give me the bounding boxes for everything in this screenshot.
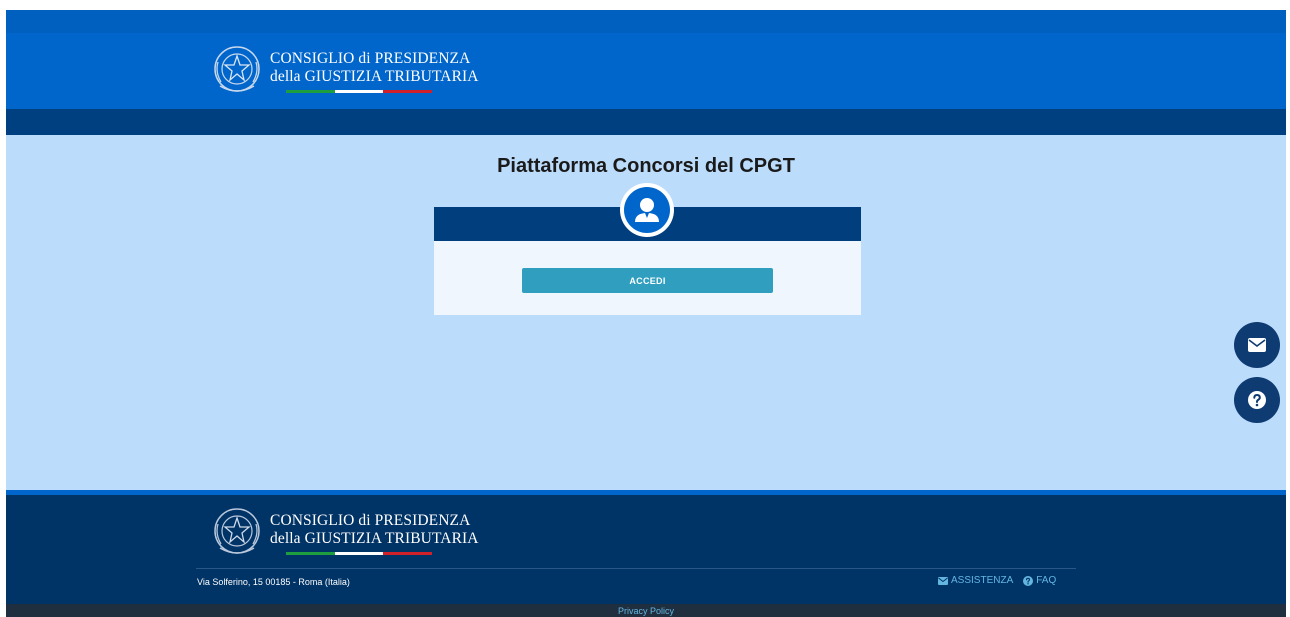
user-avatar: [620, 183, 674, 237]
header-nav-bar: [6, 109, 1286, 135]
question-icon: [1023, 575, 1034, 586]
header-brand[interactable]: CONSIGLIO di PRESIDENZA della GIUSTIZIA …: [212, 42, 479, 100]
header-brand-line2: della GIUSTIZIA TRIBUTARIA: [270, 68, 479, 85]
republic-emblem-icon: [214, 46, 260, 92]
faq-link-label: FAQ: [1036, 575, 1057, 586]
assistenza-link-label: ASSISTENZA: [951, 575, 1014, 586]
user-icon: [635, 198, 659, 222]
assistance-mail-button[interactable]: [1234, 322, 1280, 368]
republic-emblem-icon: [214, 508, 260, 554]
footer-links: ASSISTENZA FAQ: [938, 575, 1056, 586]
bottom-bar: Privacy Policy: [6, 604, 1286, 617]
footer-brand-line2: della GIUSTIZIA TRIBUTARIA: [270, 530, 479, 547]
page-title: Piattaforma Concorsi del CPGT: [497, 155, 795, 177]
tricolor-stripe: [286, 552, 433, 555]
footer-brand-line1: CONSIGLIO di PRESIDENZA: [270, 512, 471, 529]
top-strip: [6, 10, 1286, 33]
footer-brand: CONSIGLIO di PRESIDENZA della GIUSTIZIA …: [212, 504, 479, 562]
page: CONSIGLIO di PRESIDENZA della GIUSTIZIA …: [6, 10, 1286, 617]
header: CONSIGLIO di PRESIDENZA della GIUSTIZIA …: [6, 33, 1286, 109]
footer-divider: [196, 568, 1076, 569]
faq-link[interactable]: FAQ: [1023, 575, 1056, 586]
tricolor-stripe: [286, 90, 433, 93]
privacy-policy-link[interactable]: Privacy Policy: [6, 606, 1286, 616]
envelope-icon: [938, 576, 948, 585]
login-button[interactable]: ACCEDI: [522, 268, 773, 293]
question-icon: [1248, 391, 1266, 409]
header-brand-line1: CONSIGLIO di PRESIDENZA: [270, 50, 471, 67]
assistenza-link[interactable]: ASSISTENZA: [938, 575, 1013, 586]
footer-address: Via Solferino, 15 00185 - Roma (Italia): [197, 577, 350, 587]
envelope-icon: [1248, 338, 1266, 352]
faq-help-button[interactable]: [1234, 377, 1280, 423]
footer: CONSIGLIO di PRESIDENZA della GIUSTIZIA …: [6, 495, 1286, 604]
